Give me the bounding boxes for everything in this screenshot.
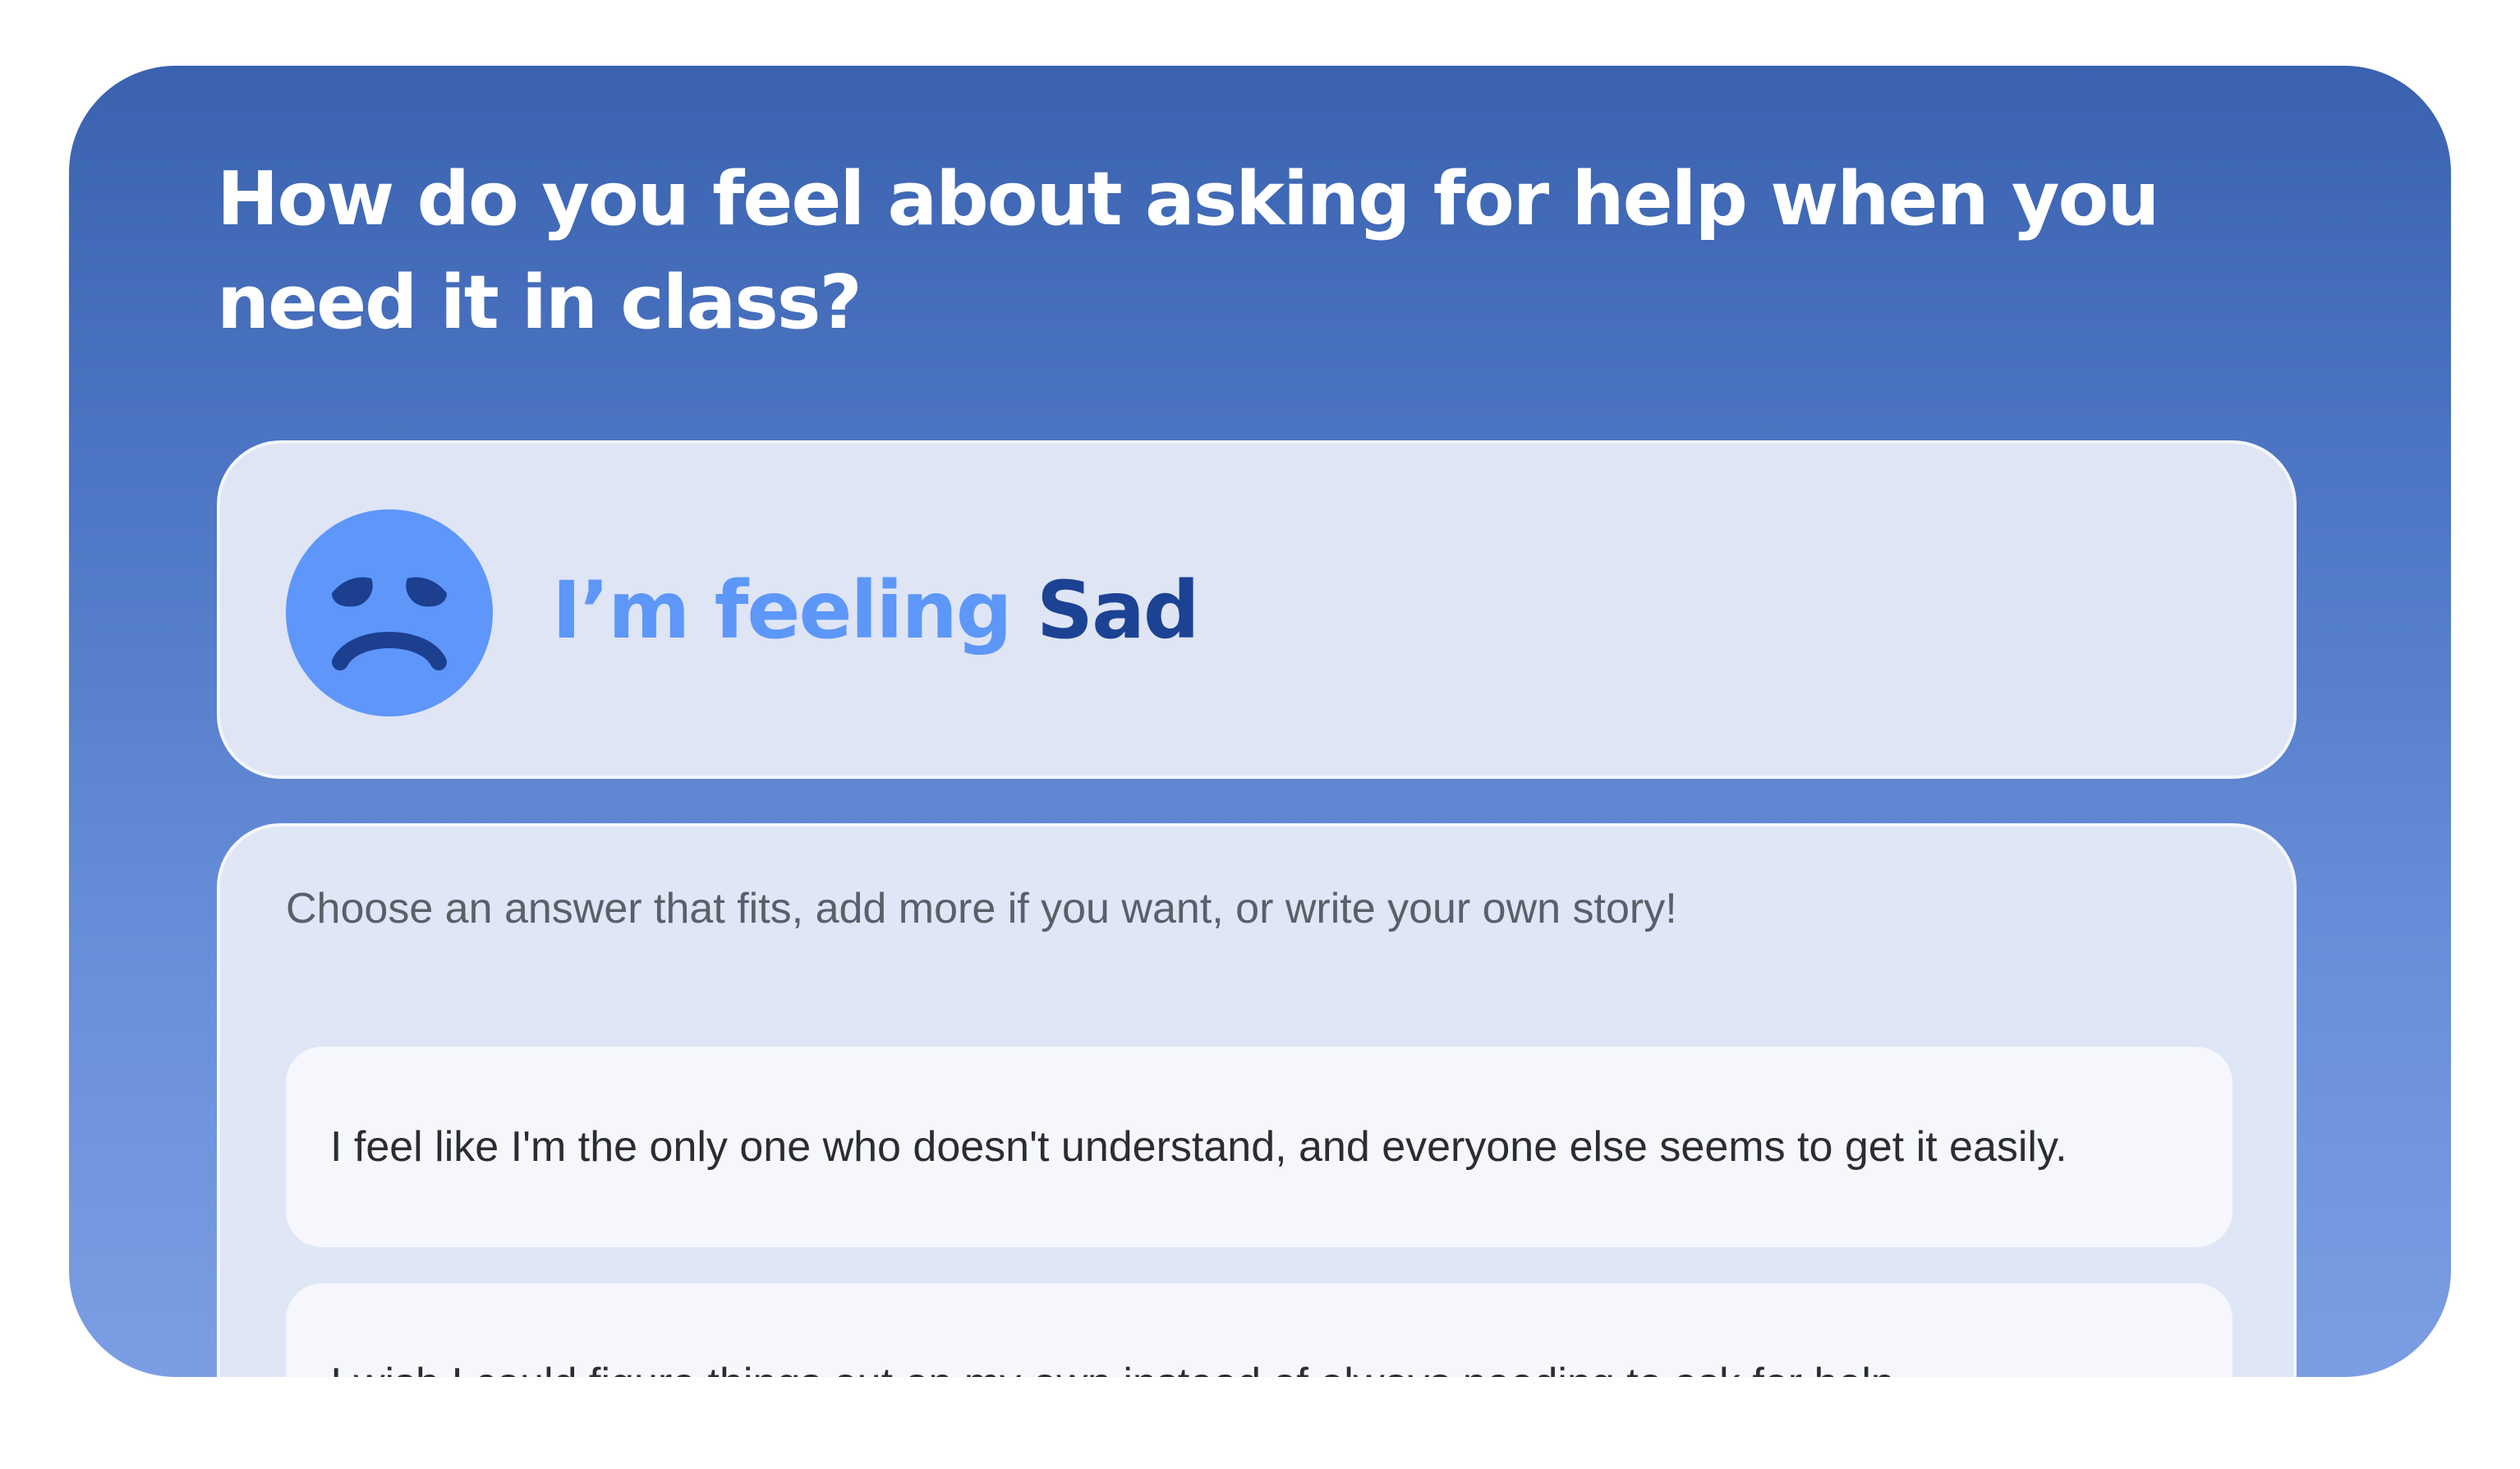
answer-option-text: I feel like I'm the only one who doesn't… [330,1123,2067,1171]
feeling-prefix: I’m feeling [552,564,1012,656]
feelings-panel: How do you feel about asking for help wh… [69,66,2451,1377]
answer-option[interactable]: I wish I could figure things out on my o… [286,1283,2233,1377]
feeling-card: I’m feeling Sad [217,440,2297,779]
answer-option-text: I wish I could figure things out on my o… [330,1359,1906,1377]
feeling-label: I’m feeling Sad [552,549,1200,672]
answer-option[interactable]: I feel like I'm the only one who doesn't… [286,1047,2233,1247]
feeling-emotion: Sad [1036,564,1200,656]
answers-card: Choose an answer that fits, add more if … [217,823,2297,1377]
answer-instructions: Choose an answer that fits, add more if … [286,885,1677,933]
question-heading: How do you feel about asking for help wh… [217,156,2159,346]
sad-face-icon [286,509,493,716]
